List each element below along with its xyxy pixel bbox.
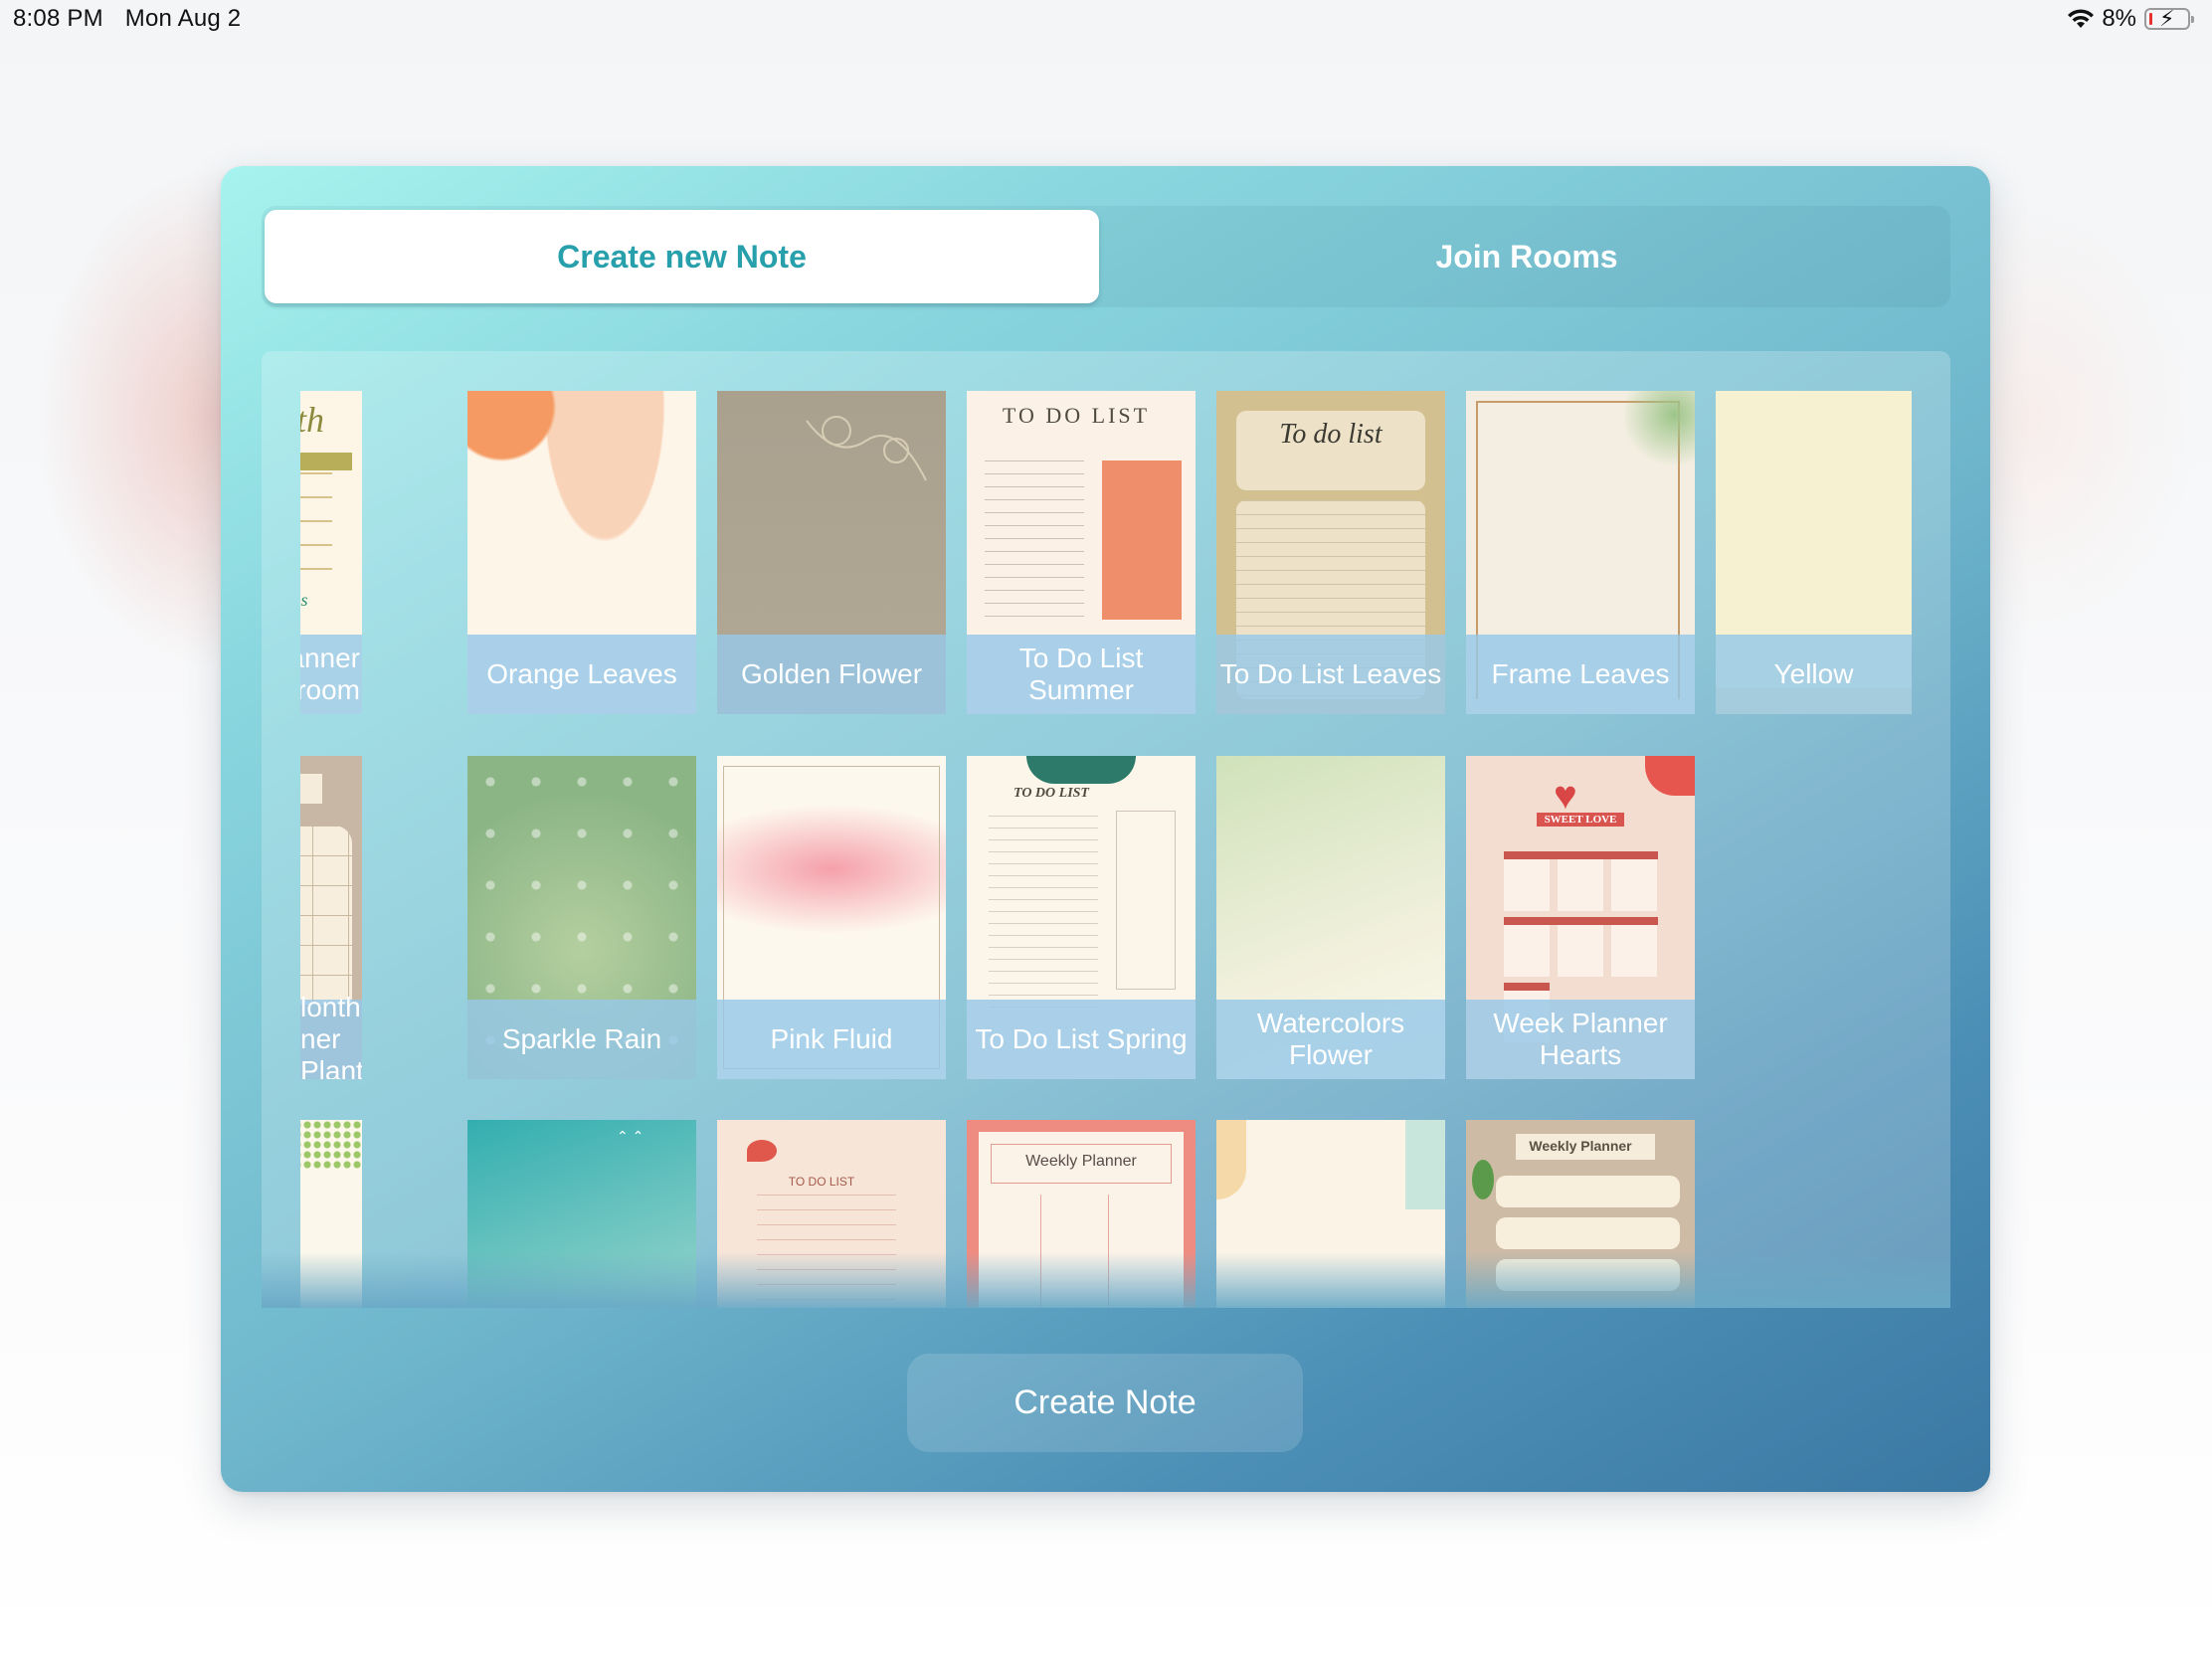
template-card-orange-leaves[interactable]: Orange Leaves [467, 391, 696, 714]
hanging-plant-icon [1472, 1160, 1494, 1199]
screen: 8:08 PM Mon Aug 2 8% ⚡ Create new Note J… [0, 0, 2212, 1659]
template-label: lonthly ner Plants [300, 992, 362, 1079]
segmented-tabs: Create new Note Join Rooms [262, 206, 1950, 307]
template-label: To Do List Spring [967, 1000, 1196, 1079]
day-box [1496, 1176, 1680, 1207]
thumb-title: SWEET LOVE [1466, 813, 1695, 827]
notes-box [1116, 811, 1176, 990]
pastel-shape [1405, 1120, 1445, 1209]
red-leaf-icon [747, 1140, 777, 1162]
battery-level [2149, 13, 2152, 25]
calendar-grid [300, 826, 352, 1005]
create-note-button[interactable]: Create Note [907, 1354, 1303, 1452]
flower-outline-icon [806, 416, 927, 481]
status-date: Mon Aug 2 [124, 5, 242, 32]
template-label: Golden Flower [717, 635, 946, 714]
template-card-weekly-planner-beige[interactable]: Weekly Planner [1466, 1120, 1695, 1308]
hearts-icon: ♥ [1554, 774, 1577, 818]
template-grid-scroll[interactable]: Month Notes nly Planner ishroom Orange L… [300, 351, 1950, 1308]
template-card-frame-leaves[interactable]: Frame Leaves [1466, 391, 1695, 714]
thumb-notes-label: Notes [300, 590, 308, 610]
title-ribbon [300, 774, 322, 804]
template-card-monthly-planner-plants[interactable]: nthly Planner lonthly ner Plants [300, 756, 362, 1079]
template-card-to-do-list-spring[interactable]: TO DO LIST To Do List Spring [967, 756, 1196, 1079]
template-thumbnail: ⌃ ⌃ [467, 1120, 696, 1308]
calendar-grid [300, 472, 332, 592]
pastel-shape [1216, 1120, 1246, 1199]
thumb-title: To do list [1279, 419, 1382, 450]
template-label: Frame Leaves [1466, 635, 1695, 714]
template-card-watercolors-flower[interactable]: Watercolors Flower [1216, 756, 1445, 1079]
create-note-panel: Create new Note Join Rooms Month Notes n… [221, 166, 1990, 1492]
status-left: 8:08 PM Mon Aug 2 [13, 5, 241, 33]
thumb-title: Weekly Planner [1025, 1153, 1137, 1170]
status-right: 8% ⚡ [2066, 5, 2194, 33]
template-card-to-do-list-leaves[interactable]: To do list To Do List Leaves [1216, 391, 1445, 714]
thumb-title: TO DO LIST [1014, 786, 1089, 801]
days-row-2 [1504, 917, 1658, 977]
template-label: To Do List Summer [967, 635, 1196, 714]
day-box [1496, 1259, 1680, 1291]
template-label: Week Planner Hearts [1466, 1000, 1695, 1079]
column-divider [1108, 1195, 1109, 1308]
template-card-weekly-planner-red[interactable]: Weekly Planner [967, 1120, 1196, 1308]
template-label: Orange Leaves [467, 635, 696, 714]
template-card-monthly-planner-mushroom[interactable]: Month Notes nly Planner ishroom [300, 391, 362, 714]
template-grid[interactable]: Month Notes nly Planner ishroom Orange L… [262, 351, 1950, 1308]
template-label: To Do List Leaves [1216, 635, 1445, 714]
thumb-title: TO DO LIST [788, 1175, 855, 1189]
template-label: Sparkle Rain [467, 1000, 696, 1079]
template-label: Pink Fluid [717, 1000, 946, 1079]
days-row-1 [1504, 851, 1658, 911]
todo-lines [757, 1195, 896, 1308]
battery-percent: 8% [2102, 5, 2136, 32]
todo-lines [989, 816, 1098, 1014]
template-card-abstract-pastel[interactable] [1216, 1120, 1445, 1308]
template-card-leaf-branch[interactable] [300, 1120, 362, 1308]
thumb-title: TO DO LIST [1002, 403, 1151, 428]
leaves-decoration [1625, 391, 1695, 470]
leaf-decoration [1026, 756, 1136, 784]
template-card-teal-sea[interactable]: ⌃ ⌃ [467, 1120, 696, 1308]
status-time: 8:08 PM [13, 5, 103, 32]
status-bar: 8:08 PM Mon Aug 2 8% ⚡ [0, 0, 2212, 40]
template-thumbnail: Weekly Planner [967, 1120, 1196, 1308]
priorities-box [1102, 461, 1182, 620]
thumb-title: Weekly Planner [1529, 1138, 1632, 1154]
template-card-week-planner-hearts[interactable]: ♥ SWEET LOVE Week Planner Hearts [1466, 756, 1695, 1079]
template-thumbnail [300, 1120, 362, 1308]
template-thumbnail [1216, 1120, 1445, 1308]
branch-leaves [300, 1120, 362, 1170]
template-label: Watercolors Flower [1216, 1000, 1445, 1079]
battery-charging-icon: ⚡ [2144, 6, 2194, 31]
template-label: Yellow [1716, 635, 1912, 714]
tab-create-new-note[interactable]: Create new Note [265, 210, 1099, 303]
template-card-pink-fluid[interactable]: Pink Fluid [717, 756, 946, 1079]
template-thumbnail: Weekly Planner [1466, 1120, 1695, 1308]
birds-icon: ⌃ ⌃ [617, 1128, 645, 1144]
template-label: nly Planner ishroom [300, 635, 362, 714]
wifi-icon [2068, 9, 2095, 28]
red-shape [1645, 756, 1695, 796]
bolt-icon: ⚡ [2159, 6, 2175, 31]
template-card-todo-red-leaf[interactable]: TO DO LIST [717, 1120, 946, 1308]
day-box [1496, 1217, 1680, 1249]
template-thumbnail: TO DO LIST [717, 1120, 946, 1308]
template-card-to-do-list-summer[interactable]: TO DO LIST To Do List Summer [967, 391, 1196, 714]
template-card-yellow[interactable]: Yellow [1716, 391, 1912, 714]
todo-lines [985, 461, 1084, 620]
sweet-love-ribbon: SWEET LOVE [1536, 813, 1625, 827]
template-card-golden-flower[interactable]: Golden Flower [717, 391, 946, 714]
calendar-header-band [300, 453, 352, 470]
template-card-sparkle-rain[interactable]: Sparkle Rain [467, 756, 696, 1079]
tab-join-rooms[interactable]: Join Rooms [1106, 210, 1947, 303]
column-divider [1040, 1195, 1041, 1308]
thumb-title: Month [300, 400, 324, 440]
